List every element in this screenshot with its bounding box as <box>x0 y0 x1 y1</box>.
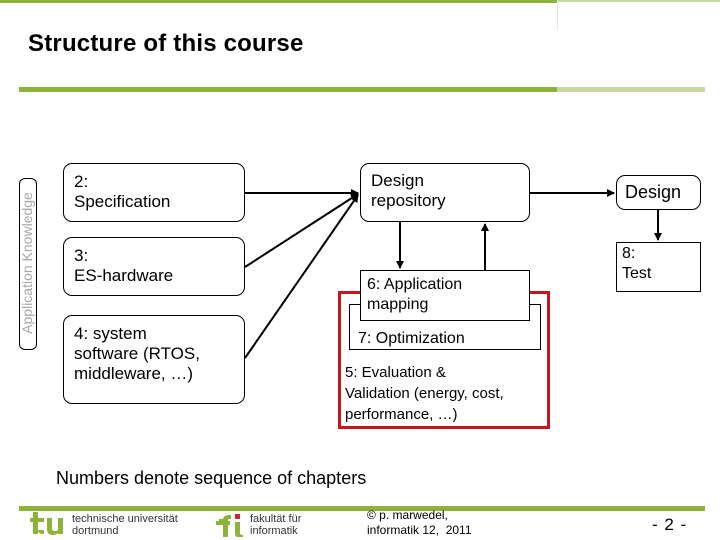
copyright-line1: © p. marwedel, <box>367 508 448 522</box>
evaluation-line2: Validation (energy, cost, <box>345 385 504 402</box>
tu-dortmund-logo-icon <box>30 512 63 535</box>
copyright: © p. marwedel, informatik 12, 2011 <box>367 508 472 538</box>
copyright-line2: informatik 12, 2011 <box>367 523 472 537</box>
chapter-note: Numbers denote sequence of chapters <box>56 468 367 488</box>
box-specification-number: 2: <box>74 172 89 191</box>
arrow-hw-to-repo <box>244 193 359 268</box>
university-line2: dortmund <box>72 525 119 537</box>
box-design-repository-line2: repository <box>371 191 446 210</box>
box-es-hardware-number: 3: <box>74 246 89 265</box>
box-design-repository-line1: Design <box>371 171 424 190</box>
university-name: technische universität dortmund <box>72 513 178 537</box>
box-design-repository: Design repository <box>360 163 530 222</box>
evaluation-text: 5: Evaluation & Validation (energy, cost… <box>345 362 504 425</box>
box-specification: 2: Specification <box>63 163 245 222</box>
box-system-software-line1: 4: system <box>74 324 147 343</box>
faculty-line1: fakultät für <box>250 513 302 525</box>
box-design: Design <box>616 175 701 210</box>
university-line1: technische universität <box>72 513 178 525</box>
box-design-label: Design <box>625 182 682 202</box>
box-test: 8: Test <box>616 242 701 292</box>
evaluation-line3: performance, …) <box>345 406 458 423</box>
box-optimization-label: 7: Optimization <box>358 330 465 347</box>
box-system-software-line3: middleware, …) <box>74 364 194 383</box>
faculty-line2: informatik <box>250 525 298 537</box>
box-test-number: 8: <box>622 245 636 262</box>
evaluation-line1: 5: Evaluation & <box>345 364 446 381</box>
footer-rule <box>19 506 705 511</box>
box-application-mapping: 6: Application mapping <box>360 270 530 321</box>
faculty-name: fakultät für informatik <box>250 513 301 537</box>
faculty-informatik-logo-icon <box>216 514 243 537</box>
box-specification-label: Specification <box>74 192 171 211</box>
page-number: - 2 - <box>652 515 688 534</box>
box-es-hardware: 3: ES-hardware <box>63 237 245 296</box>
box-test-label: Test <box>622 265 652 282</box>
box-system-software-line2: software (RTOS, <box>74 344 200 363</box>
box-application-mapping-line1: 6: Application <box>367 276 463 293</box>
box-es-hardware-label: ES-hardware <box>74 266 174 285</box>
box-system-software: 4: system software (RTOS, middleware, …) <box>63 315 245 404</box>
box-application-mapping-line2: mapping <box>367 296 429 313</box>
